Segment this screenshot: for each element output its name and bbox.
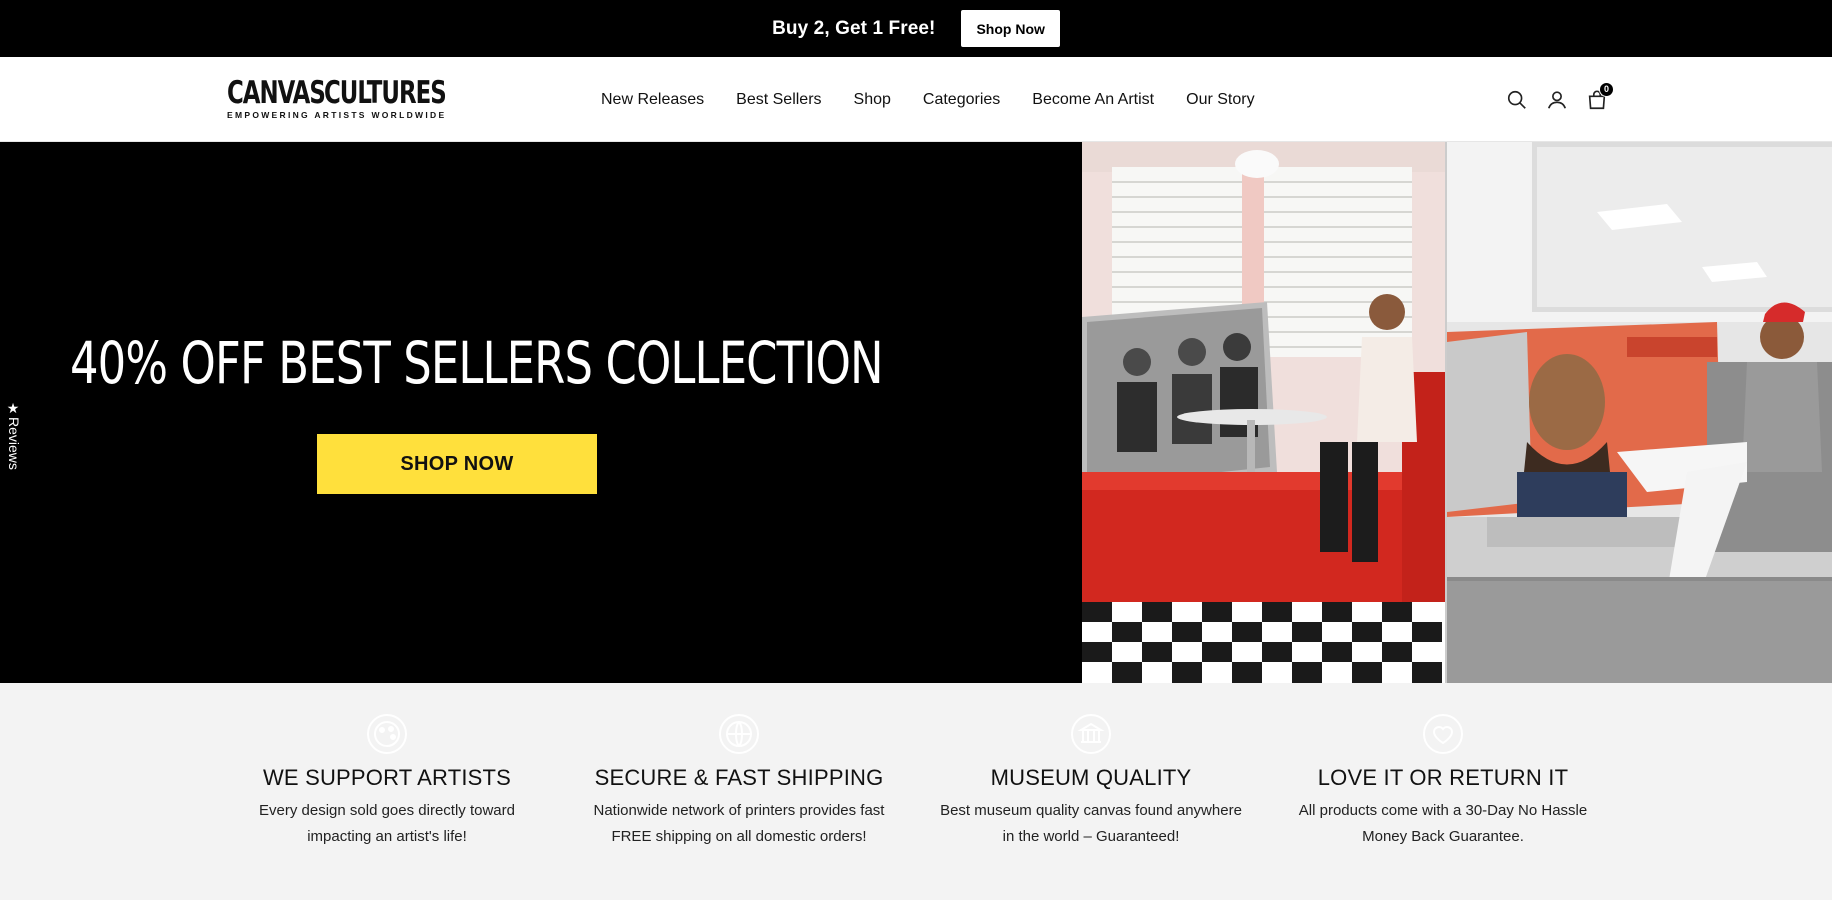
nav-categories[interactable]: Categories [923, 91, 1000, 109]
reviews-tab-label: ★Reviews [6, 401, 22, 470]
announcement-bar: Buy 2, Get 1 Free! Shop Now [0, 0, 1832, 57]
hero-photo-salon [1445, 142, 1832, 683]
user-icon[interactable] [1546, 89, 1568, 111]
nav-become-an-artist[interactable]: Become An Artist [1032, 91, 1154, 109]
hero-title: 40% OFF BEST SELLERS COLLECTION [70, 329, 884, 397]
hero-shop-now-button[interactable]: SHOP NOW [317, 434, 597, 494]
logo-word-cultures: CULTURES [324, 75, 447, 111]
nav-new-releases[interactable]: New Releases [601, 91, 704, 109]
feature-description: Every design sold goes directly toward i… [222, 798, 552, 850]
feature-description-line: impacting an artist's life! [307, 828, 467, 845]
palette-icon [366, 713, 408, 755]
bag-icon[interactable]: 0 [1586, 81, 1614, 111]
announcement-text: Buy 2, Get 1 Free! [772, 17, 936, 39]
feature-title: WE SUPPORT ARTISTS [262, 765, 512, 790]
museum-icon [1070, 713, 1112, 755]
logo-word-canvas: CANVAS [227, 75, 326, 111]
feature-title: LOVE IT OR RETURN IT [1317, 765, 1569, 790]
nav-best-sellers[interactable]: Best Sellers [736, 91, 821, 109]
feature-description: Nationwide network of printers provides … [574, 798, 904, 850]
main-nav: New Releases Best Sellers Shop Categorie… [601, 57, 1255, 142]
logo[interactable]: CANVAS CULTURES EMPOWERING ARTISTS WORLD… [227, 77, 459, 123]
feature-description-line: in the world – Guaranteed! [1002, 828, 1180, 845]
feature-description-line: Nationwide network of printers provides … [593, 802, 885, 819]
hero-photo-diner [1082, 142, 1445, 683]
feature-title: SECURE & FAST SHIPPING [594, 765, 884, 790]
feature-description-line: All products come with a 30-Day No Hassl… [1298, 802, 1588, 819]
logo-tagline: EMPOWERING ARTISTS WORLDWIDE [227, 110, 447, 120]
feature-return-guarantee: LOVE IT OR RETURN IT All products come w… [1278, 713, 1608, 850]
hero-banner: 40% OFF BEST SELLERS COLLECTION SHOP NOW [0, 142, 1832, 683]
globe-icon [718, 713, 760, 755]
feature-title: MUSEUM QUALITY [990, 765, 1192, 790]
feature-museum-quality: MUSEUM QUALITY Best museum quality canva… [926, 713, 1256, 850]
header-actions: 0 [1506, 57, 1614, 142]
feature-description-line: Every design sold goes directly toward [259, 802, 515, 819]
feature-description: All products come with a 30-Day No Hassl… [1278, 798, 1608, 850]
feature-support-artists: WE SUPPORT ARTISTS Every design sold goe… [222, 713, 552, 850]
nav-our-story[interactable]: Our Story [1186, 91, 1254, 109]
feature-description-line: Money Back Guarantee. [1362, 828, 1524, 845]
heart-icon [1422, 713, 1464, 755]
search-icon[interactable] [1506, 89, 1528, 111]
nav-shop[interactable]: Shop [854, 91, 891, 109]
reviews-tab[interactable]: ★Reviews [2, 397, 28, 477]
feature-description: Best museum quality canvas found anywher… [926, 798, 1256, 850]
features-section: WE SUPPORT ARTISTS Every design sold goe… [0, 683, 1832, 900]
cart-count-badge: 0 [1599, 81, 1614, 97]
site-header: CANVAS CULTURES EMPOWERING ARTISTS WORLD… [0, 57, 1832, 142]
feature-description-line: FREE shipping on all domestic orders! [611, 828, 867, 845]
feature-description-line: Best museum quality canvas found anywher… [940, 802, 1242, 819]
feature-shipping: SECURE & FAST SHIPPING Nationwide networ… [574, 713, 904, 850]
announcement-shop-now-button[interactable]: Shop Now [961, 10, 1060, 47]
